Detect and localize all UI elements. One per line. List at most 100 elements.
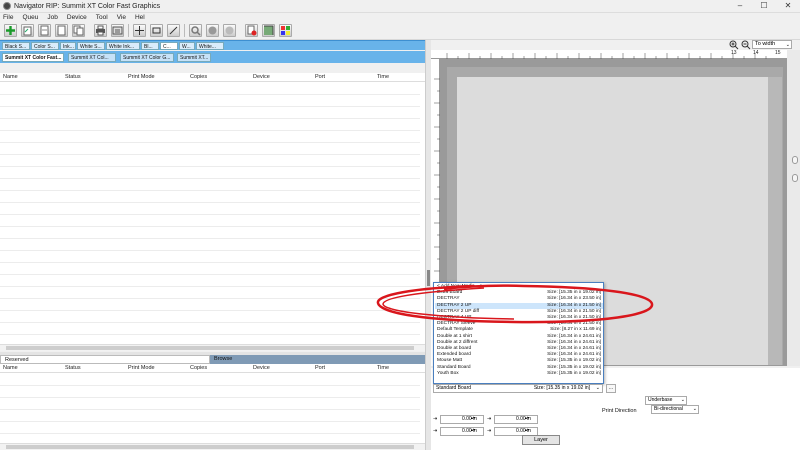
- table-row: [0, 433, 420, 434]
- menu-view[interactable]: Vie: [117, 13, 126, 22]
- menu-tool[interactable]: Tool: [96, 13, 108, 22]
- tab-ink[interactable]: Ink...: [60, 42, 76, 50]
- print-icon[interactable]: [94, 24, 107, 37]
- x-offset-field[interactable]: 0.00 in: [440, 415, 484, 424]
- reserved-horizontal-scrollbar[interactable]: [0, 443, 425, 450]
- add-icon[interactable]: [4, 24, 17, 37]
- page-icon[interactable]: [55, 24, 68, 37]
- column-time[interactable]: Time: [377, 74, 389, 80]
- underbase-select[interactable]: Underbase ⌄: [645, 396, 687, 405]
- queue-icon[interactable]: [111, 24, 124, 37]
- tab-black-s[interactable]: Black S...: [2, 42, 30, 50]
- tab-color-s[interactable]: Color S...: [31, 42, 59, 50]
- column-name[interactable]: Name: [3, 365, 18, 371]
- media-name: Youth Box: [437, 370, 459, 376]
- tab-white[interactable]: White...: [196, 42, 224, 50]
- tab-browse[interactable]: Browse: [210, 355, 425, 364]
- tab-white-ink[interactable]: White Ink...: [106, 42, 140, 50]
- column-status[interactable]: Status: [65, 74, 81, 80]
- media-shade: [768, 77, 782, 365]
- y-offset-field[interactable]: 0.00 in: [494, 415, 538, 424]
- tab-bl[interactable]: Bl...: [141, 42, 159, 50]
- media-size: Size: [15.35 in x 19.02 in]: [547, 370, 601, 376]
- tab-w[interactable]: W...: [179, 42, 195, 50]
- menu-help[interactable]: Hel: [135, 13, 145, 22]
- scrollbar-thumb[interactable]: [6, 346, 414, 350]
- zoom-select[interactable]: To width ⌄: [752, 40, 792, 49]
- y-offset-stepper[interactable]: ▴▾: [525, 416, 529, 420]
- column-status[interactable]: Status: [65, 365, 81, 371]
- tab-summit-xt[interactable]: Summit XT...: [177, 53, 211, 62]
- scrollbar-thumb[interactable]: [6, 445, 414, 449]
- column-name[interactable]: Name: [3, 74, 18, 80]
- nest-icon[interactable]: [133, 24, 146, 37]
- column-print-mode[interactable]: Print Mode: [128, 74, 155, 80]
- collapse-handle-icon[interactable]: [792, 156, 798, 164]
- minimize-button[interactable]: –: [728, 0, 752, 13]
- column-device[interactable]: Device: [253, 365, 270, 371]
- zoom-icon[interactable]: [189, 24, 202, 37]
- column-device[interactable]: Device: [253, 74, 270, 80]
- column-port[interactable]: Port: [315, 74, 325, 80]
- menu-device[interactable]: Device: [67, 13, 87, 22]
- x-offset-stepper[interactable]: ▴▾: [471, 416, 475, 420]
- tab-white-s[interactable]: White S...: [77, 42, 105, 50]
- delete-icon[interactable]: [245, 24, 258, 37]
- table-row: [0, 421, 420, 422]
- column-port[interactable]: Port: [315, 365, 325, 371]
- chevron-down-icon: ⌄: [692, 406, 697, 412]
- column-print-mode[interactable]: Print Mode: [128, 365, 155, 371]
- table-row: [0, 130, 420, 131]
- grid-icon[interactable]: [279, 24, 292, 37]
- table-row: [0, 166, 420, 167]
- list-item[interactable]: Youth Box Size: [15.35 in x 19.02 in]: [435, 371, 603, 377]
- table-row: [0, 298, 420, 299]
- menu-queue[interactable]: Queu: [22, 13, 38, 22]
- app-logo-icon: [3, 2, 11, 10]
- zoom-out-icon[interactable]: [741, 40, 751, 50]
- column-copies[interactable]: Copies: [190, 74, 207, 80]
- tab-c[interactable]: C...: [160, 42, 178, 50]
- media-dropdown-list[interactable]: < Add New Media... > Extra Board Size: [1…: [433, 282, 604, 384]
- reserved-column-header: Name Status Print Mode Copies Device Por…: [0, 364, 425, 373]
- crop-icon[interactable]: [150, 24, 163, 37]
- menu-job[interactable]: Job: [47, 13, 57, 22]
- expand-handle-icon[interactable]: [792, 174, 798, 182]
- reserved-list[interactable]: [0, 373, 425, 443]
- color-icon[interactable]: [262, 24, 275, 37]
- media-select[interactable]: Standard Board Size: [15.35 in x 19.02 i…: [433, 384, 603, 393]
- chevron-down-icon: ⌄: [785, 42, 790, 48]
- tab-summit-xt-color-fast[interactable]: Summit XT Color Fast...: [2, 53, 64, 62]
- preview-side-bar: [787, 50, 800, 366]
- tab-summit-xt-col[interactable]: Summit XT Col...: [68, 53, 116, 62]
- open-icon[interactable]: [21, 24, 34, 37]
- table-row: [0, 118, 420, 119]
- close-button[interactable]: ✕: [776, 0, 800, 13]
- table-row: [0, 154, 420, 155]
- stop-icon[interactable]: [206, 24, 219, 37]
- zoom-in-icon[interactable]: [729, 40, 739, 50]
- device-icon[interactable]: [223, 24, 236, 37]
- more-options-button[interactable]: ...: [606, 384, 616, 393]
- column-time[interactable]: Time: [377, 365, 389, 371]
- queue-horizontal-scrollbar[interactable]: [0, 344, 425, 351]
- table-row: [0, 178, 420, 179]
- height-offset-stepper[interactable]: ▴▾: [525, 428, 529, 432]
- copy-icon[interactable]: [72, 24, 85, 37]
- menu-file[interactable]: File: [3, 13, 13, 22]
- table-row: [0, 385, 420, 386]
- layer-button[interactable]: Layer: [522, 435, 560, 445]
- width-offset-field[interactable]: 0.00 in: [440, 427, 484, 436]
- toolbar-separator: [184, 24, 185, 37]
- tab-reserved[interactable]: Reserved: [0, 355, 210, 364]
- print-direction-select[interactable]: Bi-directional ⌄: [651, 405, 699, 414]
- split-icon[interactable]: [167, 24, 180, 37]
- tab-summit-xt-color-g[interactable]: Summit XT Color G...: [120, 53, 174, 62]
- maximize-button[interactable]: ☐: [752, 0, 776, 13]
- queue-list[interactable]: [0, 82, 425, 344]
- table-row: [0, 190, 420, 191]
- column-copies[interactable]: Copies: [190, 365, 207, 371]
- import-icon[interactable]: [38, 24, 51, 37]
- splitter-grip-icon[interactable]: [427, 270, 430, 286]
- width-offset-stepper[interactable]: ▴▾: [471, 428, 475, 432]
